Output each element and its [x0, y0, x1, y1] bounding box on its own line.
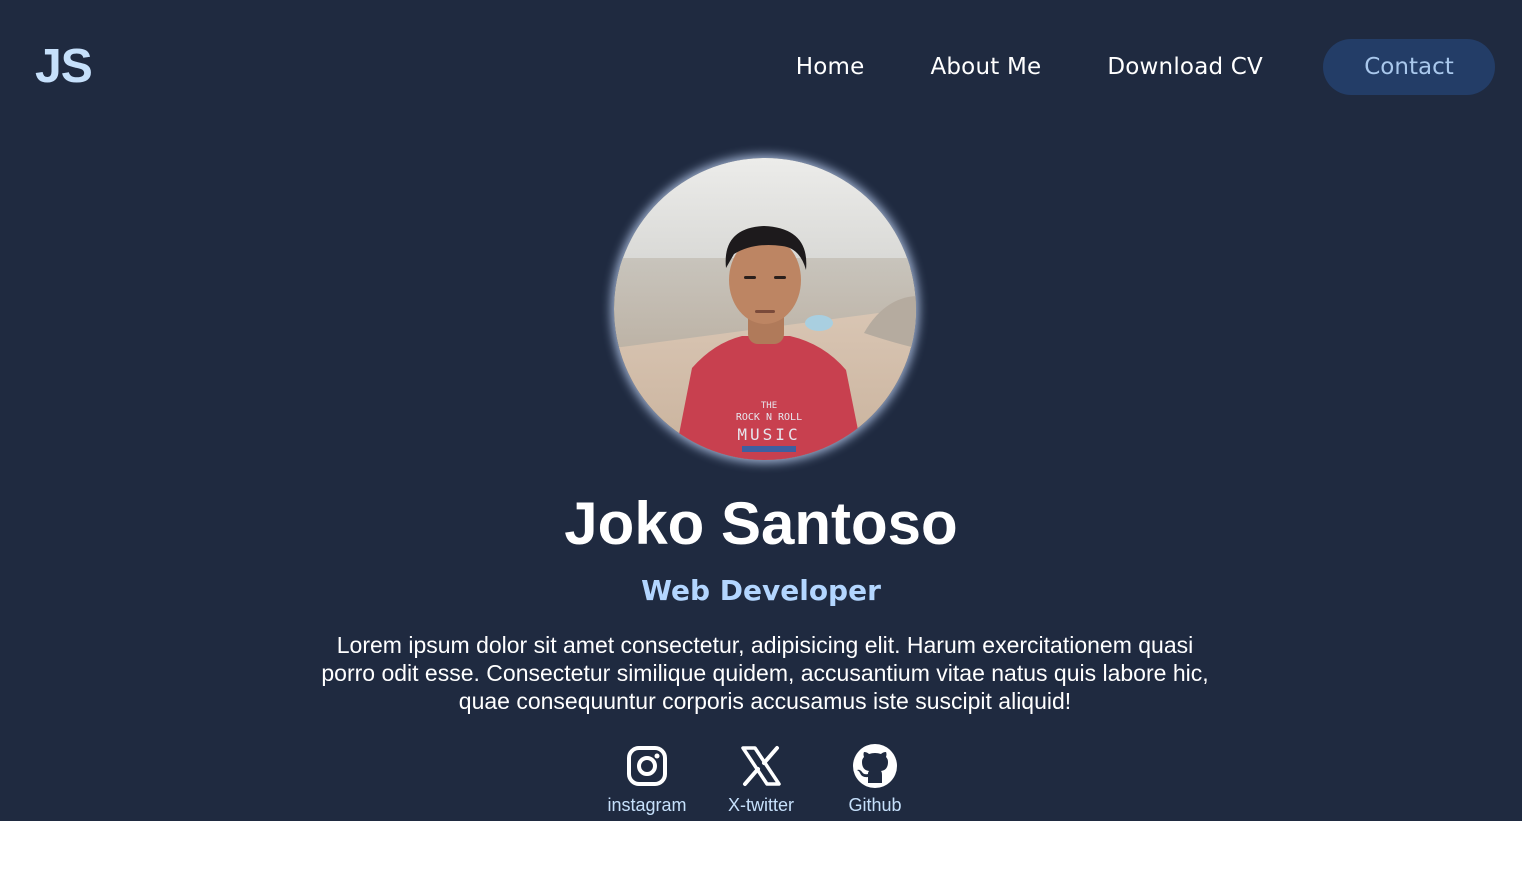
nav-link-download-cv[interactable]: Download CV [1107, 54, 1263, 80]
social-label-x-twitter: X-twitter [727, 795, 794, 815]
social-label-github: Github [848, 795, 902, 815]
profile-bio: Lorem ipsum dolor sit amet consectetur, … [321, 632, 1209, 714]
main-nav: Home About Me Download CV Contact [796, 39, 1495, 95]
site-logo[interactable]: JS [35, 42, 93, 92]
profile-name: Joko Santoso [564, 490, 958, 557]
shirt-text-line-3: MUSIC [737, 425, 800, 444]
github-icon [851, 742, 899, 790]
profile-photo: THE ROCK N ROLL MUSIC [614, 158, 916, 460]
social-link-github[interactable]: Github [818, 742, 932, 816]
nav-link-about-me[interactable]: About Me [930, 54, 1041, 80]
shirt-text-line-1: THE [761, 401, 777, 411]
social-link-x-twitter[interactable]: X-twitter [704, 742, 818, 816]
social-link-instagram[interactable]: instagram [590, 742, 704, 816]
social-links: instagram X-twitter Github [0, 742, 1522, 816]
social-label-instagram: instagram [607, 795, 687, 815]
nav-link-home[interactable]: Home [796, 54, 865, 80]
instagram-icon [623, 742, 671, 790]
contact-button[interactable]: Contact [1323, 39, 1495, 95]
profile-role: Web Developer [641, 574, 881, 607]
x-twitter-icon [737, 742, 785, 790]
shirt-text-line-2: ROCK N ROLL [736, 412, 802, 423]
page: JS Home About Me Download CV Contact THE… [0, 0, 1522, 880]
hero-section: JS Home About Me Download CV Contact THE… [0, 0, 1522, 821]
